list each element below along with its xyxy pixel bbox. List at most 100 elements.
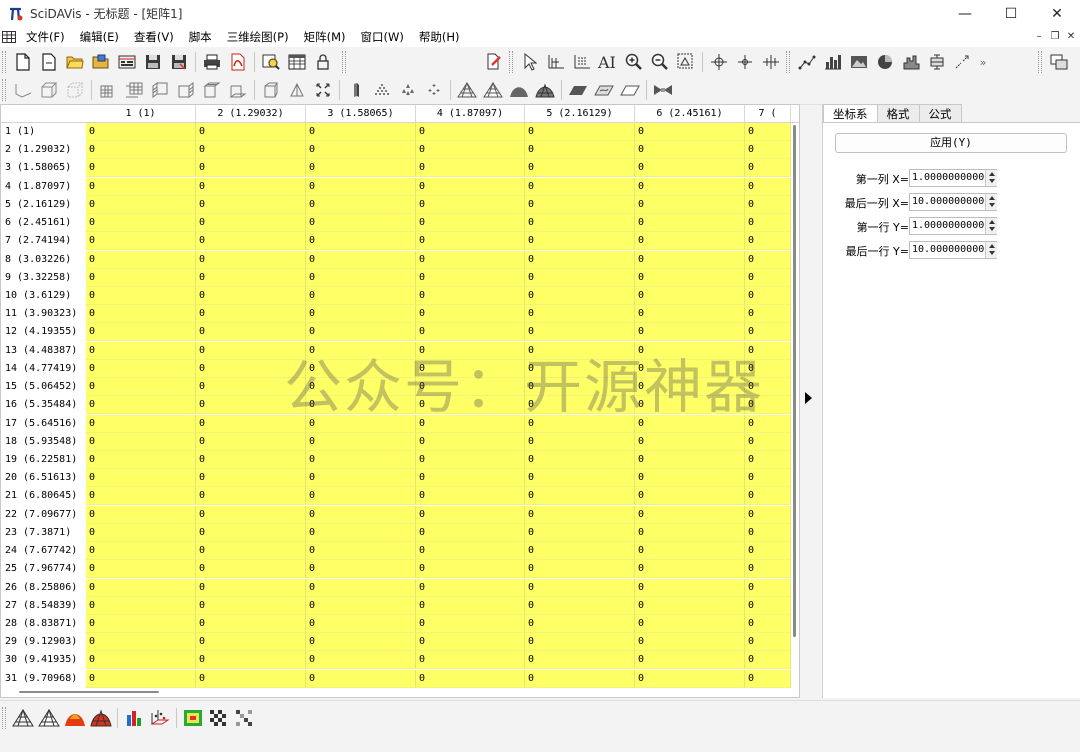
animation-icon[interactable] [650,78,676,102]
matrix-cell[interactable]: 0 [306,305,416,324]
toolbar-handle[interactable] [342,51,346,73]
matrix-cell[interactable]: 0 [416,359,525,378]
column-header[interactable]: 3 (1.58065) [306,105,416,123]
row-header[interactable]: 10 (3.6129) [1,286,86,305]
matrix-cell[interactable]: 0 [635,323,745,342]
matrix-cell[interactable]: 0 [196,378,306,397]
row-header[interactable]: 11 (3.90323) [1,305,86,324]
grid-floor-icon[interactable] [225,78,251,102]
matrix-cell[interactable]: 0 [196,195,306,214]
first-row-y-input[interactable]: 1.000000000000 [909,217,997,235]
matrix-cell[interactable]: 0 [745,123,791,141]
matrix-cell[interactable]: 0 [745,286,791,305]
row-header[interactable]: 15 (5.06452) [1,378,86,397]
zoom-fit-icon[interactable] [673,50,699,74]
matrix-cell[interactable]: 0 [416,341,525,360]
matrix-cell[interactable]: 0 [745,141,791,160]
matrix-cell[interactable]: 0 [416,195,525,214]
matrix-cell[interactable]: 0 [525,469,635,488]
matrix-cell[interactable]: 0 [525,414,635,433]
bars-3d-style-icon[interactable] [343,78,369,102]
image-matrix-icon[interactable] [180,706,206,730]
screen-reader-icon[interactable] [569,50,595,74]
matrix-cell[interactable]: 0 [86,250,196,269]
maximize-button[interactable]: ☐ [988,0,1034,27]
grid-back-icon[interactable] [121,78,147,102]
matrix-cell[interactable]: 0 [196,505,306,524]
matrix-cell[interactable]: 0 [306,432,416,451]
apply-button[interactable]: 应用(Y) [835,133,1067,153]
scatter-3d-icon[interactable] [147,706,173,730]
matrix-cell[interactable]: 0 [745,669,791,688]
recent-projects-icon[interactable] [114,50,140,74]
tab-format[interactable]: 格式 [876,104,920,123]
matrix-cell[interactable]: 0 [635,450,745,469]
menu-3d-plot[interactable]: 三维绘图(P) [221,27,298,47]
matrix-cell[interactable]: 0 [306,596,416,615]
zoom-in-icon[interactable] [621,50,647,74]
matrix-cell[interactable]: 0 [196,450,306,469]
matrix-cell[interactable]: 0 [416,159,525,178]
matrix-cell[interactable]: 0 [86,378,196,397]
matrix-cell[interactable]: 0 [196,250,306,269]
matrix-cell[interactable]: 0 [416,323,525,342]
matrix-cell[interactable]: 0 [525,305,635,324]
matrix-cell[interactable]: 0 [86,396,196,415]
matrix-cell[interactable]: 0 [86,542,196,561]
matrix-cell[interactable]: 0 [196,469,306,488]
row-header[interactable]: 12 (4.19355) [1,323,86,342]
matrix-cell[interactable]: 0 [86,651,196,670]
matrix-cell[interactable]: 0 [525,523,635,542]
matrix-cell[interactable]: 0 [306,268,416,287]
matrix-cell[interactable]: 0 [196,651,306,670]
matrix-cell[interactable]: 0 [525,450,635,469]
matrix-cell[interactable]: 0 [86,560,196,579]
matrix-cell[interactable]: 0 [745,177,791,196]
matrix-cell[interactable]: 0 [525,141,635,160]
matrix-cell[interactable]: 0 [745,450,791,469]
print-icon[interactable] [199,50,225,74]
matrix-cell[interactable]: 0 [416,469,525,488]
matrix-cell[interactable]: 0 [745,268,791,287]
matrix-cell[interactable]: 0 [745,651,791,670]
vertical-scrollbar[interactable] [791,123,799,697]
matrix-cell[interactable]: 0 [86,450,196,469]
matrix-cell[interactable]: 0 [635,633,745,652]
matrix-cell[interactable]: 0 [306,414,416,433]
histogram-icon[interactable] [898,50,924,74]
menu-edit[interactable]: 编辑(E) [74,27,128,47]
row-header[interactable]: 4 (1.87097) [1,177,86,196]
matrix-cell[interactable]: 0 [306,669,416,688]
matrix-cell[interactable]: 0 [306,359,416,378]
matrix-cell[interactable]: 0 [196,286,306,305]
matrix-cell[interactable]: 0 [306,651,416,670]
matrix-cell[interactable]: 0 [416,177,525,196]
matrix-cell[interactable]: 0 [635,414,745,433]
polygon-style-icon[interactable] [506,78,532,102]
fit-frame-icon[interactable] [310,78,336,102]
matrix-cell[interactable]: 0 [196,123,306,141]
vector-icon[interactable] [950,50,976,74]
matrix-cell[interactable]: 0 [306,633,416,652]
data-reader-icon[interactable] [543,50,569,74]
matrix-cell[interactable]: 0 [416,214,525,233]
matrix-cell[interactable]: 0 [635,305,745,324]
matrix-cell[interactable]: 0 [745,341,791,360]
row-header[interactable]: 21 (6.80645) [1,487,86,506]
matrix-cell[interactable]: 0 [416,505,525,524]
matrix-cell[interactable]: 0 [196,268,306,287]
matrix-cell[interactable]: 0 [306,542,416,561]
matrix-cell[interactable]: 0 [745,378,791,397]
export-pdf-icon[interactable] [225,50,251,74]
matrix-cell[interactable]: 0 [635,378,745,397]
new-file-icon[interactable] [36,50,62,74]
menu-file[interactable]: 文件(F) [20,27,74,47]
matrix-cell[interactable]: 0 [635,214,745,233]
pointer-icon[interactable] [517,50,543,74]
matrix-cell[interactable]: 0 [196,232,306,251]
row-header[interactable]: 9 (3.32258) [1,268,86,287]
row-header[interactable]: 22 (7.09677) [1,505,86,524]
crosses-icon[interactable] [421,78,447,102]
matrix-cell[interactable]: 0 [745,487,791,506]
matrix-cell[interactable]: 0 [306,214,416,233]
